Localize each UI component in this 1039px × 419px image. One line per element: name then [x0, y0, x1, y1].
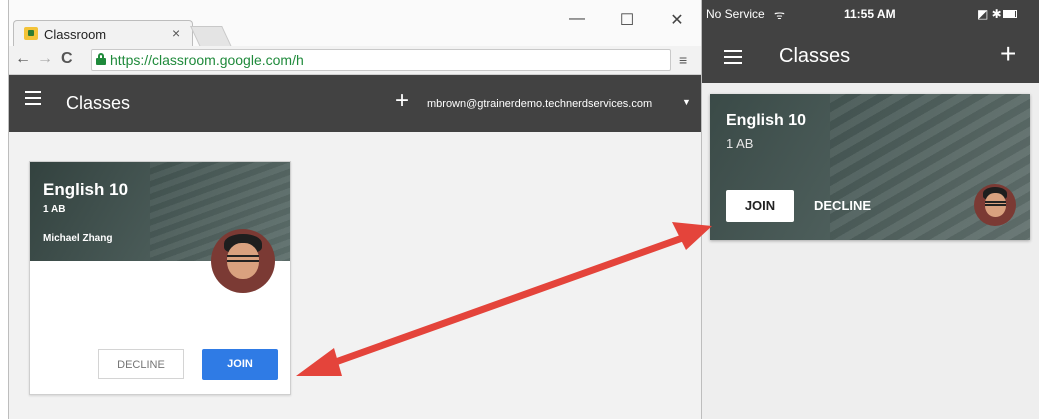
caret-down-icon[interactable]: ▼	[682, 97, 691, 107]
class-card: English 10 1 AB Michael Zhang DECLINE JO…	[29, 161, 291, 395]
mobile-teacher-avatar	[974, 184, 1016, 226]
add-class-button[interactable]: +	[395, 87, 409, 115]
teacher-name: Michael Zhang	[43, 233, 113, 244]
minimize-button[interactable]: —	[567, 10, 587, 28]
wifi-icon: ᯤ	[774, 8, 785, 22]
classroom-favicon	[24, 27, 38, 40]
forward-arrow-icon[interactable]: →	[37, 50, 53, 68]
tab-close-icon[interactable]: ×	[172, 25, 180, 41]
account-email[interactable]: mbrown@gtrainerdemo.technerdservices.com	[427, 98, 652, 110]
mobile-add-class-button[interactable]: +	[1000, 38, 1016, 70]
decline-button[interactable]: DECLINE	[98, 349, 184, 379]
class-title[interactable]: English 10	[43, 180, 128, 200]
classroom-app-bar: Classes + mbrown@gtrainerdemo.technerdse…	[9, 75, 701, 132]
page-title: Classes	[66, 93, 131, 113]
tab-title: Classroom	[44, 27, 107, 42]
address-toolbar: ← → C https://classroom.google.com/h ≡	[9, 46, 701, 75]
back-arrow-icon[interactable]: ←	[15, 50, 31, 68]
close-window-button[interactable]: ✕	[667, 10, 687, 30]
url-input[interactable]: https://classroom.google.com/h	[91, 49, 671, 71]
bluetooth-icon: ◩ ✱	[977, 7, 1002, 21]
mobile-class-section: 1 AB	[726, 136, 754, 151]
hamburger-icon[interactable]	[724, 50, 742, 64]
battery-icon	[1003, 10, 1017, 18]
mobile-screen: No Service ᯤ 11:55 AM ◩ ✱ Classes + Engl…	[702, 0, 1039, 419]
hamburger-icon[interactable]	[25, 91, 41, 105]
mobile-join-button[interactable]: JOIN	[726, 190, 794, 222]
new-tab-button[interactable]	[190, 26, 232, 47]
reload-icon[interactable]: C	[61, 50, 73, 68]
mobile-class-card: English 10 1 AB JOIN DECLINE	[710, 94, 1030, 240]
carrier-text: No Service	[706, 7, 765, 21]
status-bar: No Service ᯤ 11:55 AM ◩ ✱	[702, 0, 1039, 30]
browser-window: Classroom × — ☐ ✕ ← → C https://classroo…	[8, 0, 702, 419]
class-section: 1 AB	[43, 204, 66, 215]
browser-menu-icon[interactable]: ≡	[679, 52, 687, 68]
mobile-decline-button[interactable]: DECLINE	[814, 190, 871, 222]
status-time: 11:55 AM	[844, 7, 896, 21]
maximize-button[interactable]: ☐	[617, 10, 637, 30]
url-text: https://classroom.google.com/h	[110, 52, 304, 68]
tab-classroom[interactable]: Classroom ×	[13, 20, 193, 47]
mobile-page-title: Classes	[779, 45, 851, 67]
tab-strip: Classroom × — ☐ ✕	[9, 0, 701, 47]
join-button[interactable]: JOIN	[202, 349, 278, 380]
teacher-avatar	[211, 229, 275, 293]
mobile-app-bar: Classes +	[702, 30, 1039, 83]
mobile-class-title[interactable]: English 10	[726, 112, 806, 130]
lock-icon	[96, 53, 106, 65]
